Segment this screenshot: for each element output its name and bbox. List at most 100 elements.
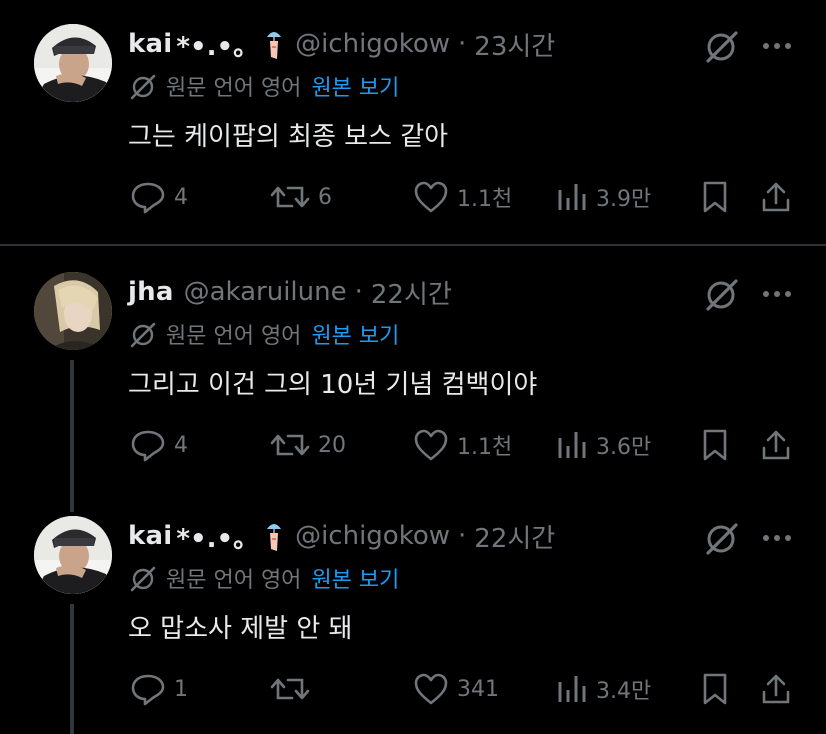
reply-button[interactable]: 4 — [130, 428, 188, 462]
translation-label: 원문 언어 영어 — [166, 76, 302, 101]
share-button[interactable] — [760, 672, 792, 706]
tweet-text: 그는 케이팝의 최종 보스 같아 — [128, 122, 449, 152]
tweet-text: 그리고 이건 그의 10년 기념 컴백이야 — [128, 370, 538, 400]
action-bar: 4 20 1.1천 3.6만 — [0, 426, 826, 466]
views-button[interactable]: 3.4만 — [556, 672, 651, 706]
like-button[interactable]: 341 — [413, 672, 499, 706]
view-count: 3.4만 — [596, 679, 652, 704]
repost-button[interactable] — [270, 672, 318, 706]
username[interactable]: @ichigokow — [295, 29, 450, 59]
translation-label: 원문 언어 영어 — [166, 324, 302, 349]
reply-button[interactable]: 4 — [130, 180, 188, 214]
grok-button[interactable] — [704, 520, 740, 560]
tweet-header: kai *•.•。 @ichigokow · 22시간 — [128, 518, 555, 554]
like-count: 341 — [457, 676, 499, 702]
display-name[interactable]: kai — [128, 521, 172, 551]
grok-icon — [706, 279, 738, 311]
repost-icon — [270, 678, 310, 700]
tweet-header: jha @akaruilune · 22시간 — [128, 274, 452, 310]
timestamp[interactable]: 22시간 — [371, 274, 452, 311]
show-original-link[interactable]: 원본 보기 — [311, 70, 399, 102]
view-count: 3.9만 — [596, 187, 652, 212]
tweet-3[interactable]: kai *•.•。 @ichigokow · 22시간 원문 언어 영어 원본 — [0, 516, 826, 734]
share-icon — [762, 430, 790, 460]
like-icon — [414, 429, 448, 461]
views-button[interactable]: 3.6만 — [556, 428, 651, 462]
like-button[interactable]: 1.1천 — [413, 428, 512, 462]
grok-button[interactable] — [704, 28, 740, 68]
reply-count: 1 — [174, 676, 188, 702]
display-name[interactable]: jha — [128, 277, 174, 307]
username[interactable]: @akaruilune — [184, 277, 347, 307]
reply-icon — [131, 182, 165, 214]
tweet-1[interactable]: kai *•.•。 @ichigokow · 23시간 원문 언어 영어 원본 — [0, 24, 826, 244]
reply-icon — [131, 674, 165, 706]
avatar[interactable] — [34, 24, 112, 102]
more-icon — [763, 535, 791, 541]
grok-icon — [706, 523, 738, 555]
reply-count: 4 — [174, 184, 188, 210]
avatar-image — [34, 516, 112, 594]
like-icon — [414, 673, 448, 705]
reply-button[interactable]: 1 — [130, 672, 188, 706]
share-icon — [762, 674, 790, 704]
share-button[interactable] — [760, 180, 792, 214]
show-original-link[interactable]: 원본 보기 — [311, 318, 399, 350]
wind-chime-emoji-icon — [267, 524, 282, 551]
share-icon — [762, 182, 790, 212]
bookmark-button[interactable] — [700, 428, 730, 462]
more-button[interactable] — [760, 276, 794, 316]
bookmark-icon — [703, 673, 727, 705]
tweet-2[interactable]: jha @akaruilune · 22시간 원문 언어 영어 원본 보기 그리… — [0, 272, 826, 512]
bookmark-button[interactable] — [700, 180, 730, 214]
repost-icon — [270, 434, 310, 456]
tweet-text: 오 맙소사 제발 안 돼 — [128, 614, 353, 644]
grok-button[interactable] — [704, 276, 740, 316]
repost-button[interactable]: 6 — [270, 180, 332, 214]
tweet-divider — [0, 244, 826, 246]
avatar-image — [34, 24, 112, 102]
show-original-link[interactable]: 원본 보기 — [311, 562, 399, 594]
repost-button[interactable]: 20 — [270, 428, 346, 462]
views-icon — [558, 432, 586, 458]
display-name[interactable]: kai — [128, 29, 172, 59]
avatar[interactable] — [34, 516, 112, 594]
more-icon — [763, 291, 791, 297]
views-icon — [558, 184, 586, 210]
more-button[interactable] — [760, 28, 794, 68]
reply-icon — [131, 430, 165, 462]
views-button[interactable]: 3.9만 — [556, 180, 651, 214]
translate-icon — [130, 566, 156, 592]
separator-dot: · — [354, 277, 363, 307]
bookmark-button[interactable] — [700, 672, 730, 706]
repost-count: 6 — [318, 184, 332, 210]
reply-count: 4 — [174, 432, 188, 458]
separator-dot: · — [458, 29, 467, 59]
bookmark-icon — [703, 429, 727, 461]
translate-icon — [130, 322, 156, 348]
timestamp[interactable]: 22시간 — [474, 518, 555, 555]
timestamp[interactable]: 23시간 — [474, 26, 555, 63]
like-button[interactable]: 1.1천 — [413, 180, 512, 214]
translation-notice: 원문 언어 영어 원본 보기 — [128, 318, 399, 350]
bookmark-icon — [703, 181, 727, 213]
name-decoration: *•.•。 — [176, 31, 260, 62]
translation-notice: 원문 언어 영어 원본 보기 — [128, 562, 399, 594]
wind-chime-emoji-icon — [267, 32, 282, 59]
grok-icon — [706, 31, 738, 63]
like-icon — [414, 181, 448, 213]
more-icon — [763, 43, 791, 49]
repost-count: 20 — [318, 432, 346, 458]
more-button[interactable] — [760, 520, 794, 560]
separator-dot: · — [458, 521, 467, 551]
translation-label: 원문 언어 영어 — [166, 568, 302, 593]
share-button[interactable] — [760, 428, 792, 462]
avatar[interactable] — [34, 272, 112, 350]
like-count: 1.1천 — [457, 187, 513, 212]
action-bar: 4 6 1.1천 3.9만 — [0, 178, 826, 218]
views-icon — [558, 676, 586, 702]
name-decoration: *•.•。 — [176, 523, 260, 554]
username[interactable]: @ichigokow — [295, 521, 450, 551]
like-count: 1.1천 — [457, 435, 513, 460]
tweet-header: kai *•.•。 @ichigokow · 23시간 — [128, 26, 555, 62]
